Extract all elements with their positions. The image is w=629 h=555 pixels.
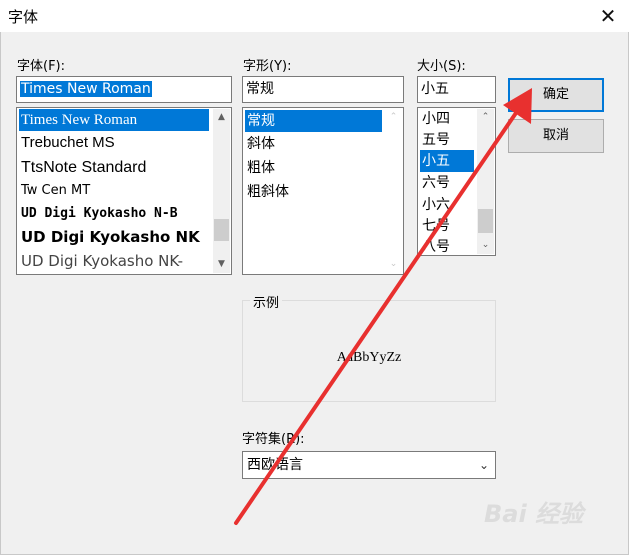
annotation-arrow <box>234 88 532 525</box>
arrow-shaft <box>234 108 520 525</box>
arrow-head <box>503 88 532 124</box>
